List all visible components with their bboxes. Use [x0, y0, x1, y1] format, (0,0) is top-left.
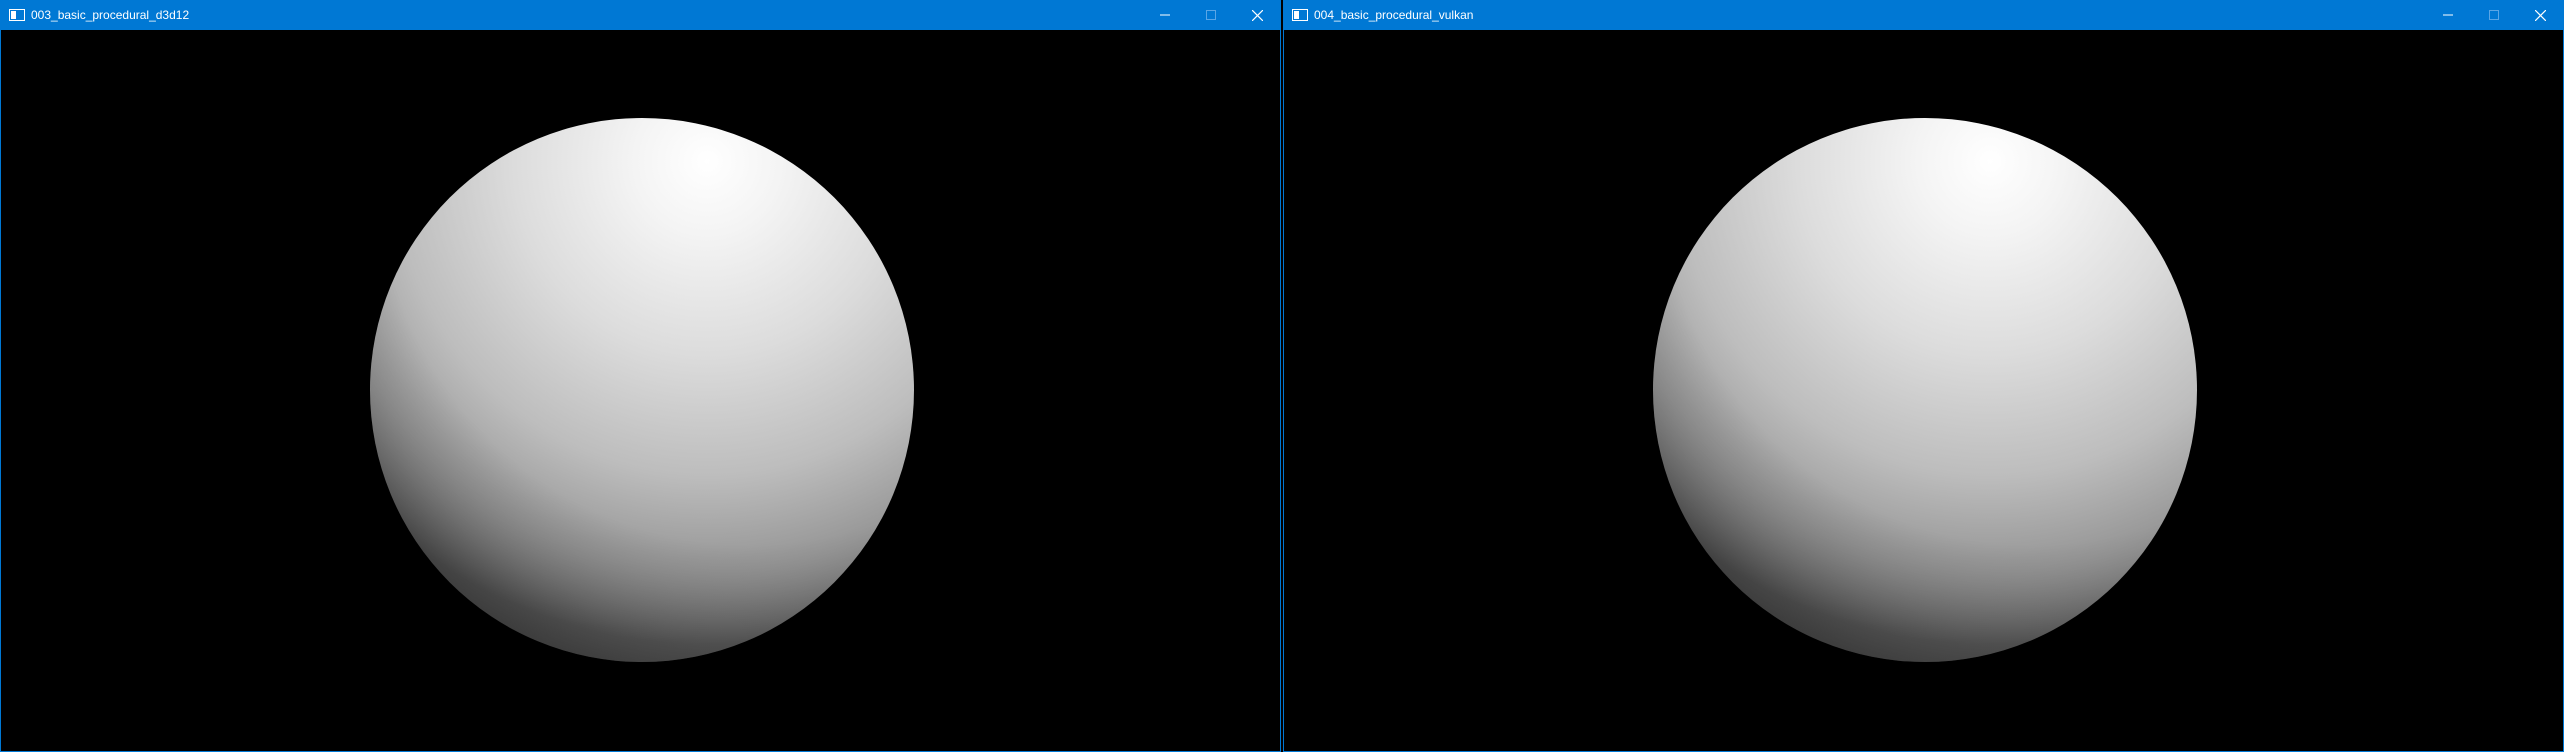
minimize-button[interactable] [1142, 0, 1188, 30]
maximize-icon [2489, 10, 2499, 20]
window-vulkan[interactable]: 004_basic_procedural_vulkan [1283, 0, 2564, 752]
close-icon [2534, 9, 2546, 21]
close-button[interactable] [2517, 0, 2563, 30]
shaded-sphere [1653, 118, 2197, 662]
app-window-icon [1292, 9, 1308, 21]
window-title: 004_basic_procedural_vulkan [1314, 8, 1474, 22]
close-button[interactable] [1234, 0, 1280, 30]
maximize-icon [1206, 10, 1216, 20]
minimize-icon [2443, 14, 2453, 16]
window-title: 003_basic_procedural_d3d12 [31, 8, 190, 22]
caption-buttons [1142, 0, 1280, 30]
maximize-button[interactable] [1188, 0, 1234, 30]
desktop: 003_basic_procedural_d3d12 004_basic_pro… [0, 0, 2564, 752]
minimize-icon [1160, 14, 1170, 16]
window-d3d12[interactable]: 003_basic_procedural_d3d12 [0, 0, 1281, 752]
title-bar[interactable]: 004_basic_procedural_vulkan [1284, 0, 2563, 30]
maximize-button[interactable] [2471, 0, 2517, 30]
render-viewport[interactable] [1, 30, 1280, 751]
title-bar[interactable]: 003_basic_procedural_d3d12 [1, 0, 1280, 30]
minimize-button[interactable] [2425, 0, 2471, 30]
close-icon [1251, 9, 1263, 21]
shaded-sphere [370, 118, 914, 662]
render-viewport[interactable] [1284, 30, 2563, 751]
caption-buttons [2425, 0, 2563, 30]
app-window-icon [9, 9, 25, 21]
